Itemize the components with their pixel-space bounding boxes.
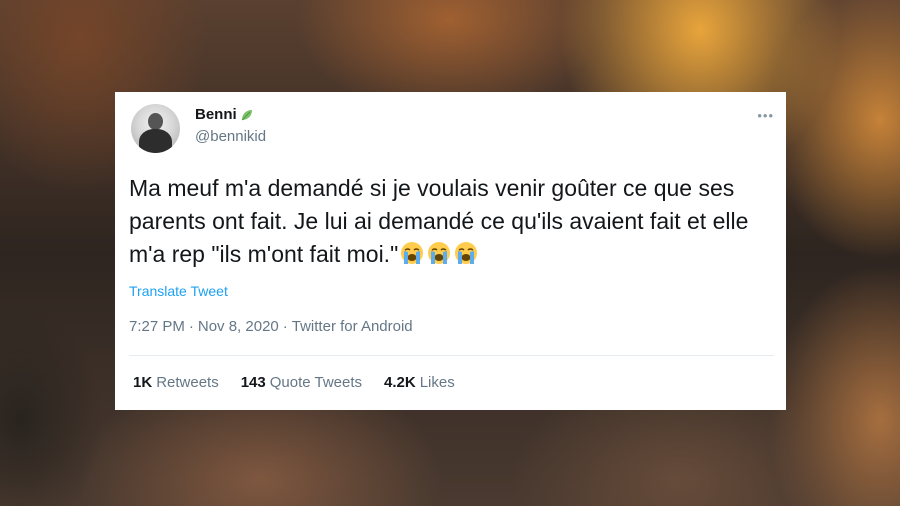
engagement-stats: 1K Retweets 143 Quote Tweets 4.2K Likes <box>133 374 455 391</box>
crying-face-icon <box>428 242 451 264</box>
retweets-label: Retweets <box>156 374 219 391</box>
likes-count: 4.2K <box>384 374 416 391</box>
tweet-source[interactable]: Twitter for Android <box>292 318 413 335</box>
quote-tweets-label: Quote Tweets <box>269 374 363 391</box>
emoji-group <box>400 241 478 265</box>
separator: · <box>282 318 288 335</box>
likes-stat[interactable]: 4.2K Likes <box>384 374 455 391</box>
divider <box>129 355 774 356</box>
retweets-count: 1K <box>133 374 153 391</box>
crying-face-icon <box>401 242 424 264</box>
translate-tweet-link[interactable]: Translate Tweet <box>129 283 228 299</box>
more-options-icon[interactable]: ••• <box>757 108 774 123</box>
tweet-time[interactable]: 7:27 PM <box>129 318 185 335</box>
retweets-stat[interactable]: 1K Retweets <box>133 374 219 391</box>
tweet-text: Ma meuf m'a demandé si je voulais venir … <box>129 172 769 271</box>
tweet-card: Benni @bennikid ••• Ma meuf m'a demandé … <box>115 92 786 410</box>
avatar[interactable] <box>131 104 180 153</box>
avatar-shoulders <box>139 129 172 153</box>
crying-face-icon <box>455 242 478 264</box>
quote-tweets-count: 143 <box>240 374 266 391</box>
leaf-icon <box>241 109 252 120</box>
likes-label: Likes <box>419 374 455 391</box>
tweet-date[interactable]: Nov 8, 2020 <box>198 318 279 335</box>
display-name-row[interactable]: Benni <box>195 106 254 123</box>
display-name[interactable]: Benni <box>195 106 237 123</box>
separator: · <box>188 318 194 335</box>
avatar-head <box>148 113 163 130</box>
user-handle[interactable]: @bennikid <box>195 128 266 145</box>
quote-tweets-stat[interactable]: 143 Quote Tweets <box>241 374 362 391</box>
tweet-metadata: 7:27 PM · Nov 8, 2020 · Twitter for Android <box>129 318 413 335</box>
